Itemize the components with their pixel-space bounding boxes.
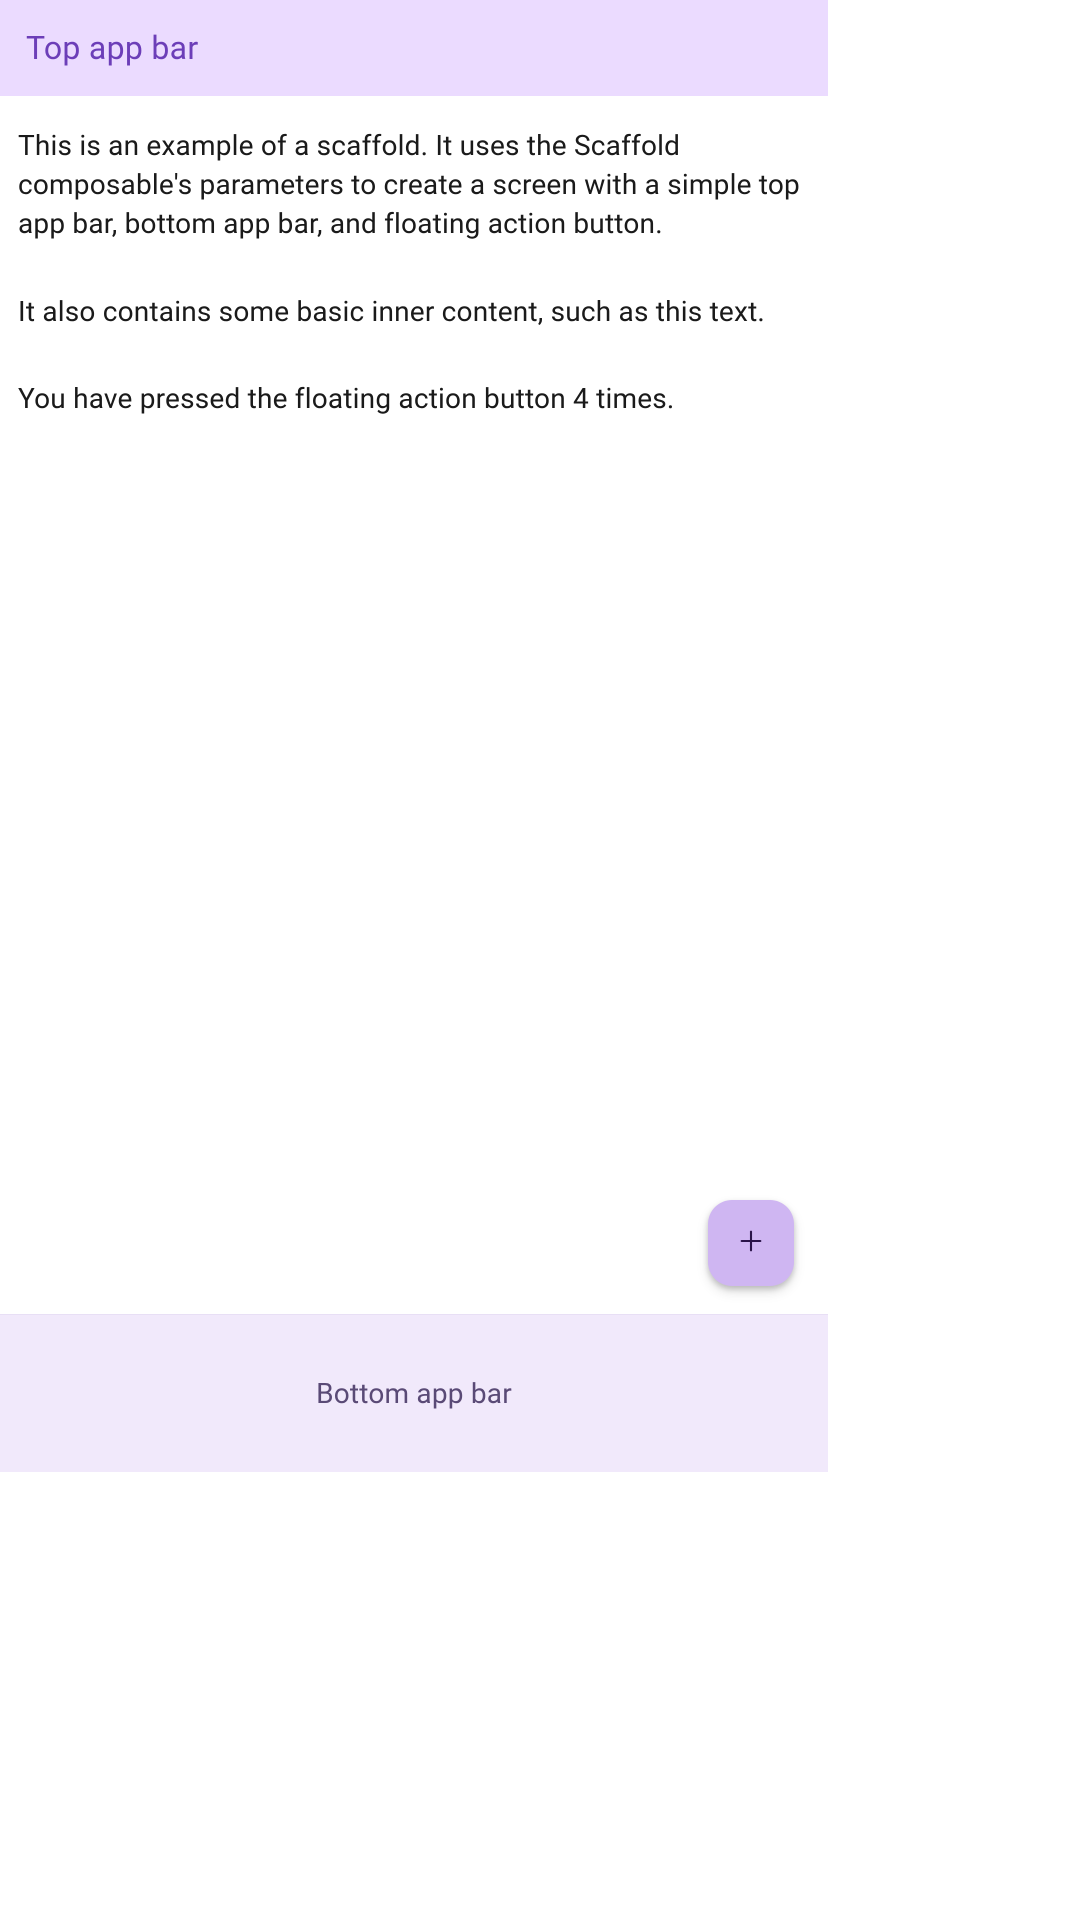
floating-action-button[interactable] [708,1200,794,1286]
scaffold-description-text: This is an example of a scaffold. It use… [18,126,810,244]
add-icon [737,1227,765,1259]
bottom-app-bar-label: Bottom app bar [316,1377,512,1410]
content-area: This is an example of a scaffold. It use… [0,96,828,448]
press-count-text: You have pressed the floating action but… [18,379,810,418]
inner-content-text: It also contains some basic inner conten… [18,292,810,331]
bottom-app-bar: Bottom app bar [0,1314,828,1472]
top-app-bar: Top app bar [0,0,828,96]
top-app-bar-title: Top app bar [26,29,199,67]
